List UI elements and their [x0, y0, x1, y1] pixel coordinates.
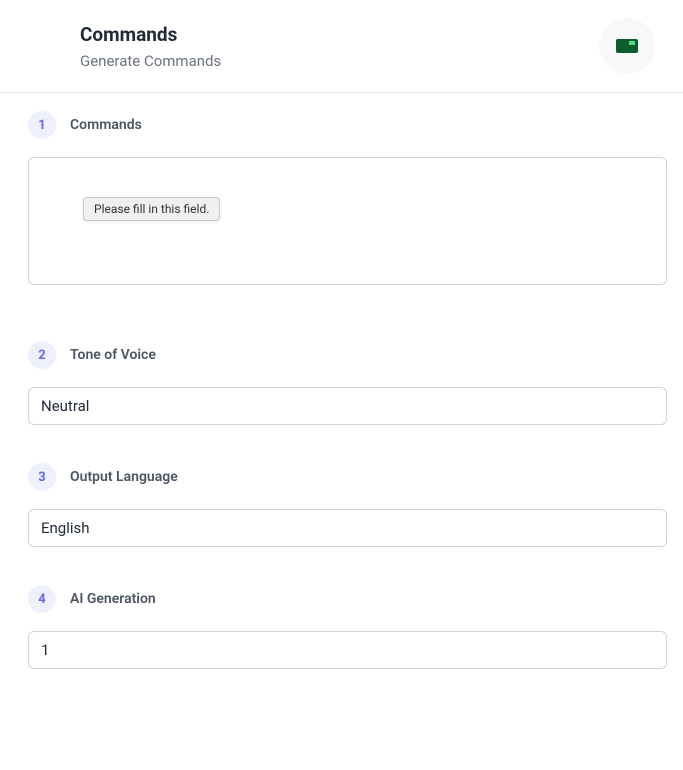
section-header-commands: 1 Commands [28, 111, 667, 139]
tone-select[interactable]: Neutral [28, 387, 667, 425]
section-tone: 2 Tone of Voice Neutral [28, 341, 667, 425]
commands-textarea-wrap: Please fill in this field. [28, 157, 667, 289]
section-label-tone: Tone of Voice [70, 347, 156, 363]
validation-tooltip: Please fill in this field. [83, 197, 220, 221]
page-title: Commands [80, 23, 221, 46]
section-label-commands: Commands [70, 117, 142, 133]
step-badge-2: 2 [28, 341, 56, 369]
section-label-generation: AI Generation [70, 591, 156, 607]
commands-input[interactable] [28, 157, 667, 285]
form-content: 1 Commands Please fill in this field. 2 … [0, 93, 683, 669]
section-language: 3 Output Language English [28, 463, 667, 547]
section-header-tone: 2 Tone of Voice [28, 341, 667, 369]
step-badge-4: 4 [28, 585, 56, 613]
step-badge-3: 3 [28, 463, 56, 491]
step-badge-1: 1 [28, 111, 56, 139]
section-generation: 4 AI Generation [28, 585, 667, 669]
section-header-generation: 4 AI Generation [28, 585, 667, 613]
header-titles: Commands Generate Commands [80, 23, 221, 70]
page-header: Commands Generate Commands [0, 0, 683, 93]
section-header-language: 3 Output Language [28, 463, 667, 491]
page-subtitle: Generate Commands [80, 52, 221, 70]
section-label-language: Output Language [70, 469, 178, 485]
avatar-icon [616, 39, 638, 53]
generation-input[interactable] [28, 631, 667, 669]
avatar[interactable] [599, 18, 655, 74]
section-commands: 1 Commands Please fill in this field. [28, 111, 667, 289]
language-select[interactable]: English [28, 509, 667, 547]
